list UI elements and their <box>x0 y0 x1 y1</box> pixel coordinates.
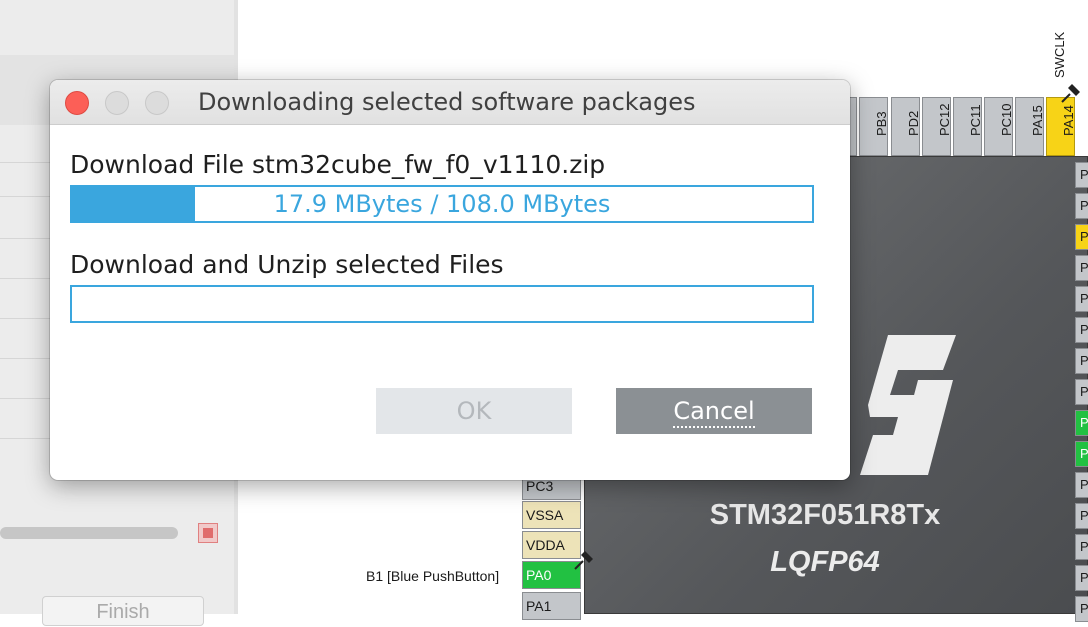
pin-right[interactable]: P <box>1075 503 1088 529</box>
finish-button[interactable]: Finish <box>42 596 204 626</box>
close-window-icon[interactable] <box>65 91 89 115</box>
pushpin-icon <box>574 551 593 570</box>
chip-name: STM32F051R8Tx <box>709 499 941 531</box>
pin-right[interactable]: P <box>1075 317 1088 343</box>
dialog-title: Downloading selected software packages <box>198 88 696 116</box>
download-progress-text: 17.9 MBytes / 108.0 MBytes <box>273 190 611 218</box>
pin-right[interactable]: P <box>1075 565 1088 591</box>
swclk-label: SWCLK <box>1052 31 1067 78</box>
pin-right[interactable]: P <box>1075 441 1088 467</box>
pin-right[interactable]: P <box>1075 224 1088 250</box>
pin-right[interactable]: P <box>1075 193 1088 219</box>
pin-right[interactable]: P <box>1075 534 1088 560</box>
unzip-progress-bar <box>70 285 814 323</box>
pin-right[interactable]: P <box>1075 286 1088 312</box>
pin-right[interactable]: P <box>1075 379 1088 405</box>
download-progress-bar: 17.9 MBytes / 108.0 MBytes <box>70 185 814 223</box>
ok-button[interactable]: OK <box>376 388 572 434</box>
cancel-button[interactable]: Cancel <box>616 388 812 434</box>
stop-icon[interactable] <box>198 523 218 543</box>
download-file-label: Download File stm32cube_fw_f0_v1110.zip <box>70 150 606 179</box>
pin-right[interactable]: P <box>1075 162 1088 188</box>
pin-top[interactable]: PB3 <box>859 97 889 156</box>
pin-right[interactable]: P <box>1075 596 1088 622</box>
pin-top[interactable]: PD2 <box>891 97 921 156</box>
pin-signal-label: B1 [Blue PushButton] <box>366 568 500 584</box>
unzip-label: Download and Unzip selected Files <box>70 250 504 279</box>
cancel-label: Cancel <box>673 397 755 428</box>
pin-left[interactable]: VSSA <box>522 501 581 529</box>
pin-left[interactable]: PA1 <box>522 592 581 620</box>
wizard-progress-bar <box>0 527 178 539</box>
pin-right[interactable]: P <box>1075 410 1088 436</box>
pin-top[interactable]: PC10 <box>984 97 1014 156</box>
pin-right[interactable]: P <box>1075 255 1088 281</box>
st-logo-icon <box>860 335 956 475</box>
unzip-progress-text <box>72 287 812 321</box>
pin-right[interactable]: P <box>1075 348 1088 374</box>
pin-top[interactable]: PC11 <box>953 97 983 156</box>
pin-top[interactable]: PC12 <box>922 97 952 156</box>
maximize-window-icon <box>145 91 169 115</box>
download-dialog: Downloading selected software packages D… <box>50 80 850 480</box>
pin-right[interactable]: P <box>1075 472 1088 498</box>
dialog-titlebar[interactable]: Downloading selected software packages <box>50 80 850 125</box>
minimize-window-icon <box>105 91 129 115</box>
chip-package: LQFP64 <box>770 546 880 578</box>
pushpin-icon <box>1061 84 1080 103</box>
pin-top[interactable]: PA15 <box>1015 97 1045 156</box>
